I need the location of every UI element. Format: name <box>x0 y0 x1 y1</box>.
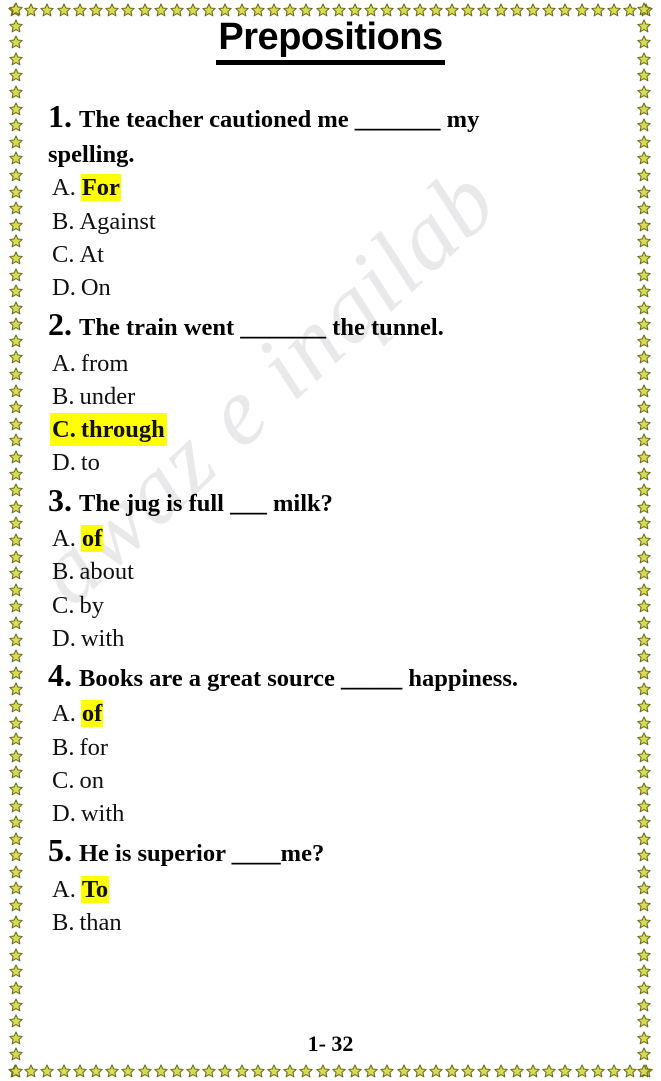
option-b[interactable]: B. for <box>48 734 108 761</box>
option-letter: A. <box>52 525 76 553</box>
option-text: For <box>80 174 121 202</box>
question-block: 1. The teacher cautioned me _______ my spe… <box>48 96 644 304</box>
option-row: A. of <box>48 697 644 730</box>
option-row: B. than <box>48 906 644 939</box>
option-text: with <box>80 624 125 652</box>
option-row: C. At <box>48 238 644 271</box>
question-line-1: The jug is full ___ milk? <box>79 489 333 517</box>
option-letter: D. <box>52 274 76 301</box>
option-letter: C. <box>52 240 75 268</box>
option-text: about <box>79 558 134 586</box>
option-text: under <box>79 382 136 410</box>
option-d[interactable]: D. to <box>48 449 100 476</box>
option-a[interactable]: A. of <box>48 525 104 553</box>
option-row: B. for <box>48 731 644 764</box>
option-row: B. Against <box>48 205 644 238</box>
option-text: from <box>80 349 129 377</box>
page-footer: 1- 32 <box>0 1031 661 1057</box>
option-a[interactable]: A. To <box>48 875 110 903</box>
option-a[interactable]: A. For <box>48 174 121 202</box>
option-text: of <box>80 525 104 553</box>
option-c[interactable]: C. on <box>48 767 104 794</box>
question-block: 5. He is superior ____me? A. To B. than <box>48 830 644 939</box>
option-letter: A. <box>52 875 76 903</box>
question-number: 3. <box>48 481 72 518</box>
option-text: on <box>79 766 104 794</box>
question-text: 1. The teacher cautioned me _______ my <box>48 96 644 138</box>
option-text: by <box>79 591 104 619</box>
worksheet-page: awaz e inqilab Prepositions 1. The teache… <box>0 0 661 1081</box>
option-text: for <box>79 733 109 761</box>
option-b[interactable]: B. about <box>48 558 134 585</box>
option-letter: A. <box>52 700 76 728</box>
question-text: 4. Books are a great source _____ happine… <box>48 655 644 697</box>
question-line-2: spelling. <box>48 140 135 168</box>
option-row: A. of <box>48 522 644 555</box>
option-row: B. under <box>48 380 644 413</box>
question-block: 3. The jug is full ___ milk? A. of B. about C.… <box>48 480 644 655</box>
question-block: 4. Books are a great source _____ happine… <box>48 655 644 830</box>
question-text: 5. He is superior ____me? <box>48 830 644 872</box>
option-letter: A. <box>52 174 76 202</box>
option-d[interactable]: D. with <box>48 625 124 652</box>
option-a[interactable]: A. from <box>48 350 128 377</box>
option-letter: D. <box>52 800 76 828</box>
question-text: 2. The train went _______ the tunnel. <box>48 304 644 346</box>
question-line-1: The train went _______ the tunnel. <box>79 314 444 342</box>
option-text: Against <box>79 207 156 235</box>
option-d[interactable]: D. with <box>48 800 124 827</box>
option-row: A. For <box>48 171 644 204</box>
option-b[interactable]: B. under <box>48 383 135 410</box>
option-row: D. to <box>48 446 644 479</box>
option-text: than <box>79 909 122 936</box>
question-number: 1. <box>48 98 72 134</box>
option-c[interactable]: C. At <box>48 241 104 268</box>
page-number: 1- 32 <box>307 1031 354 1056</box>
option-letter: C. <box>52 591 75 619</box>
option-letter: C. <box>52 416 76 444</box>
option-letter: B. <box>52 207 75 235</box>
option-row: C. through <box>48 413 644 447</box>
option-row: A. To <box>48 873 644 906</box>
option-b[interactable]: B. than <box>48 909 122 936</box>
question-line-1: Books are a great source _____ happiness… <box>79 664 518 692</box>
option-letter: C. <box>52 766 75 794</box>
page-title: Prepositions <box>0 17 661 65</box>
question-line-1: The teacher cautioned me _______ my <box>79 106 480 133</box>
page-title-text: Prepositions <box>216 17 445 65</box>
option-letter: B. <box>52 733 75 761</box>
option-row: B. about <box>48 555 644 588</box>
option-row: D. with <box>48 622 644 655</box>
question-number: 5. <box>48 832 72 869</box>
question-number: 2. <box>48 306 72 343</box>
question-block: 2. The train went _______ the tunnel. A. fr… <box>48 304 644 479</box>
question-text: 3. The jug is full ___ milk? <box>48 480 644 522</box>
option-d[interactable]: D. On <box>48 274 111 301</box>
option-letter: D. <box>52 449 76 477</box>
option-letter: B. <box>52 382 75 410</box>
option-text: of <box>80 700 104 728</box>
option-letter: A. <box>52 349 76 377</box>
option-text: At <box>79 240 104 268</box>
option-letter: D. <box>52 624 76 652</box>
option-letter: B. <box>52 909 75 936</box>
question-list: 1. The teacher cautioned me _______ my spe… <box>48 96 644 939</box>
option-row: A. from <box>48 347 644 380</box>
option-b[interactable]: B. Against <box>48 208 156 235</box>
option-row: D. with <box>48 797 644 830</box>
option-c[interactable]: C. through <box>50 413 167 447</box>
option-letter: B. <box>52 558 75 586</box>
option-text: with <box>80 800 125 828</box>
option-row: C. by <box>48 589 644 622</box>
option-text: through <box>80 416 165 444</box>
option-row: D. On <box>48 271 644 304</box>
question-number: 4. <box>48 656 72 693</box>
option-a[interactable]: A. of <box>48 700 104 728</box>
question-line-1: He is superior ____me? <box>79 840 325 868</box>
option-c[interactable]: C. by <box>48 592 104 619</box>
option-text: To <box>80 875 110 903</box>
option-row: C. on <box>48 764 644 797</box>
option-text: to <box>80 449 100 477</box>
option-text: On <box>80 274 111 301</box>
